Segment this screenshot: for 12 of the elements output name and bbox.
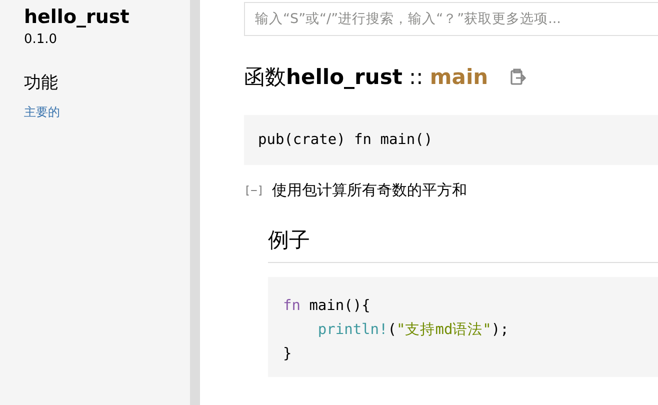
page-title: 函数hello_rust :: main [244,64,488,91]
code-block: pub(crate) fn main() [244,115,658,165]
collapse-toggle[interactable]: [−] [244,184,264,197]
crate-name[interactable]: hello_rust [24,6,190,28]
code-block: fn main(){ println!("支持md语法"); } [268,277,658,377]
sidebar-link[interactable]: 主要的 [24,104,60,121]
sidebar-section-title: 功能 [24,72,59,94]
doc-summary: 使用包计算所有奇数的平方和 [272,181,467,200]
section-heading: 例子 [268,226,658,263]
search-field[interactable]: 输入“S”或“/”进行搜索，输入“？”获取更多选项... [244,2,658,36]
crate-version: 0.1.0 [24,32,58,47]
copy-icon[interactable] [510,68,526,86]
